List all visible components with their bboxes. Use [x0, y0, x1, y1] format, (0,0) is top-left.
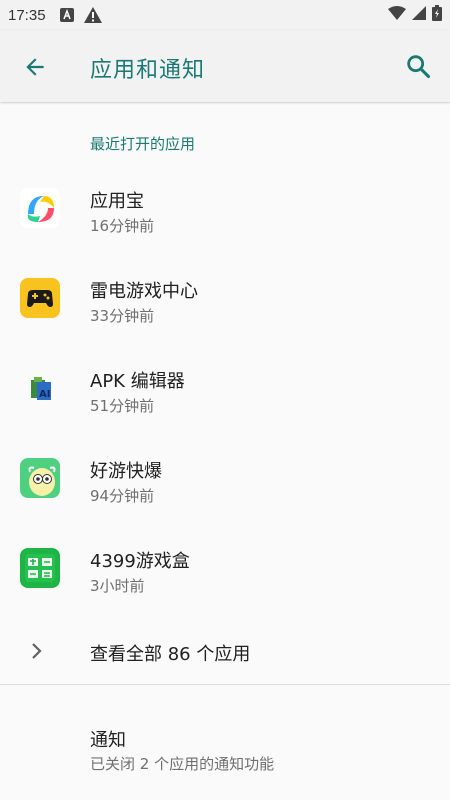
notifications-title: 通知	[90, 730, 126, 751]
divider	[0, 684, 450, 685]
signal-icon	[412, 6, 426, 24]
apk-editor-icon: AI	[20, 368, 60, 408]
list-item-app[interactable]: 4399游戏盒 3小时前	[0, 523, 450, 613]
app-last-used: 16分钟前	[90, 217, 155, 235]
status-time: 17:35	[8, 6, 46, 24]
game-box-icon	[20, 548, 60, 588]
status-bar: 17:35	[0, 0, 450, 30]
app-last-used: 51分钟前	[90, 397, 155, 415]
haoyou-icon	[20, 458, 60, 498]
gamepad-icon	[20, 278, 60, 318]
battery-icon	[432, 5, 442, 25]
app-name: 4399游戏盒	[90, 551, 190, 572]
warning-icon	[83, 7, 102, 23]
chevron-right-icon	[24, 639, 48, 663]
app-last-used: 94分钟前	[90, 487, 155, 505]
arrow-back-icon[interactable]	[22, 54, 48, 80]
notifications-row[interactable]: 通知 已关闭 2 个应用的通知功能	[0, 700, 450, 790]
app-last-used: 3小时前	[90, 577, 145, 595]
app-name: 应用宝	[90, 191, 144, 212]
app-name: 雷电游戏中心	[90, 281, 198, 302]
a-notification-icon	[59, 8, 74, 22]
notifications-summary: 已关闭 2 个应用的通知功能	[90, 755, 275, 773]
app-name: APK 编辑器	[90, 371, 185, 392]
wifi-icon	[388, 6, 406, 24]
list-item-app[interactable]: 好游快爆 94分钟前	[0, 433, 450, 523]
app-bar: 应用和通知	[0, 30, 450, 102]
list-item-app[interactable]: 应用宝 16分钟前	[0, 163, 450, 253]
search-icon[interactable]	[404, 52, 432, 80]
app-name: 好游快爆	[90, 461, 162, 482]
yingyongbao-icon	[20, 188, 60, 228]
page-title: 应用和通知	[90, 58, 206, 83]
see-all-apps-row[interactable]: 查看全部 86 个应用	[0, 620, 450, 682]
recent-apps-header: 最近打开的应用	[90, 135, 196, 153]
see-all-apps-label: 查看全部 86 个应用	[90, 644, 251, 665]
app-last-used: 33分钟前	[90, 307, 155, 325]
list-item-app[interactable]: AI APK 编辑器 51分钟前	[0, 343, 450, 433]
svg-text:AI: AI	[39, 389, 50, 400]
list-item-app[interactable]: 雷电游戏中心 33分钟前	[0, 253, 450, 343]
